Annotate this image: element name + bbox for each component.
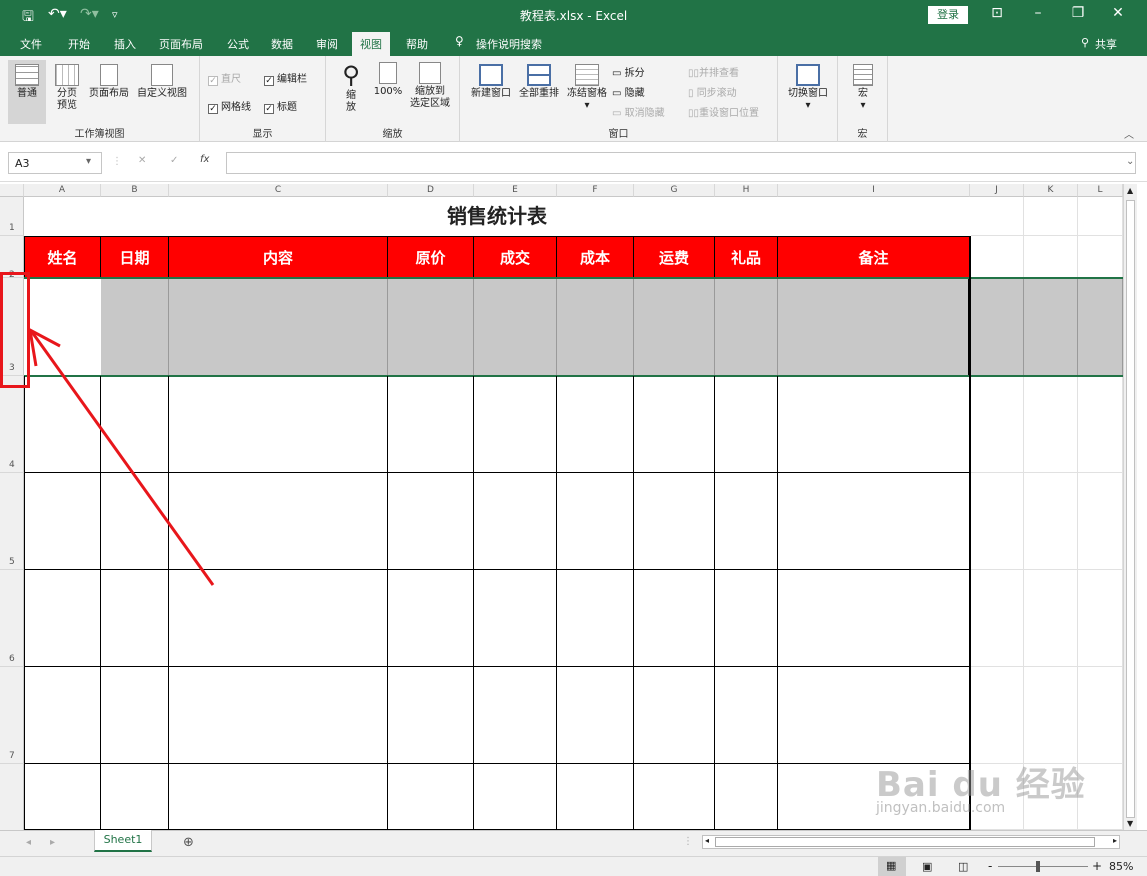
horizontal-scroll-thumb[interactable]	[715, 837, 1095, 847]
status-bar: ▦ ▣ ◫ - + 85%	[0, 856, 1147, 876]
zoom-out-button[interactable]: -	[988, 859, 992, 873]
sheet-tab-sheet1[interactable]: Sheet1	[94, 830, 152, 852]
annotation-arrow	[28, 327, 215, 586]
zoom-in-button[interactable]: +	[1092, 859, 1102, 873]
arrow-shaft	[30, 331, 215, 586]
zoom-slider-thumb[interactable]	[1036, 861, 1040, 872]
next-sheet-icon[interactable]: ▸	[50, 837, 55, 848]
vertical-scrollbar[interactable]: ▲ ▼	[1123, 184, 1137, 830]
prev-sheet-icon[interactable]: ◂	[26, 837, 31, 848]
sheet-tab-bar: ◂ ▸ Sheet1 ⊕ ⋮ ◂ ▸	[0, 830, 1147, 856]
zoom-slider-track[interactable]	[998, 866, 1088, 867]
scroll-right-icon[interactable]: ▸	[1113, 836, 1117, 845]
page-layout-status-icon[interactable]: ▣	[922, 860, 932, 873]
scroll-up-icon[interactable]: ▲	[1127, 186, 1133, 195]
vertical-scroll-thumb[interactable]	[1126, 200, 1135, 818]
scroll-left-icon[interactable]: ◂	[705, 836, 709, 845]
tab-splitter-icon[interactable]: ⋮	[683, 836, 693, 847]
zoom-level[interactable]: 85%	[1109, 860, 1133, 873]
normal-view-status-icon[interactable]: ▦	[878, 857, 906, 876]
add-sheet-icon[interactable]: ⊕	[183, 835, 194, 850]
horizontal-scrollbar[interactable]: ◂ ▸	[702, 835, 1120, 849]
page-break-status-icon[interactable]: ◫	[958, 860, 968, 873]
scroll-down-icon[interactable]: ▼	[1127, 819, 1133, 828]
